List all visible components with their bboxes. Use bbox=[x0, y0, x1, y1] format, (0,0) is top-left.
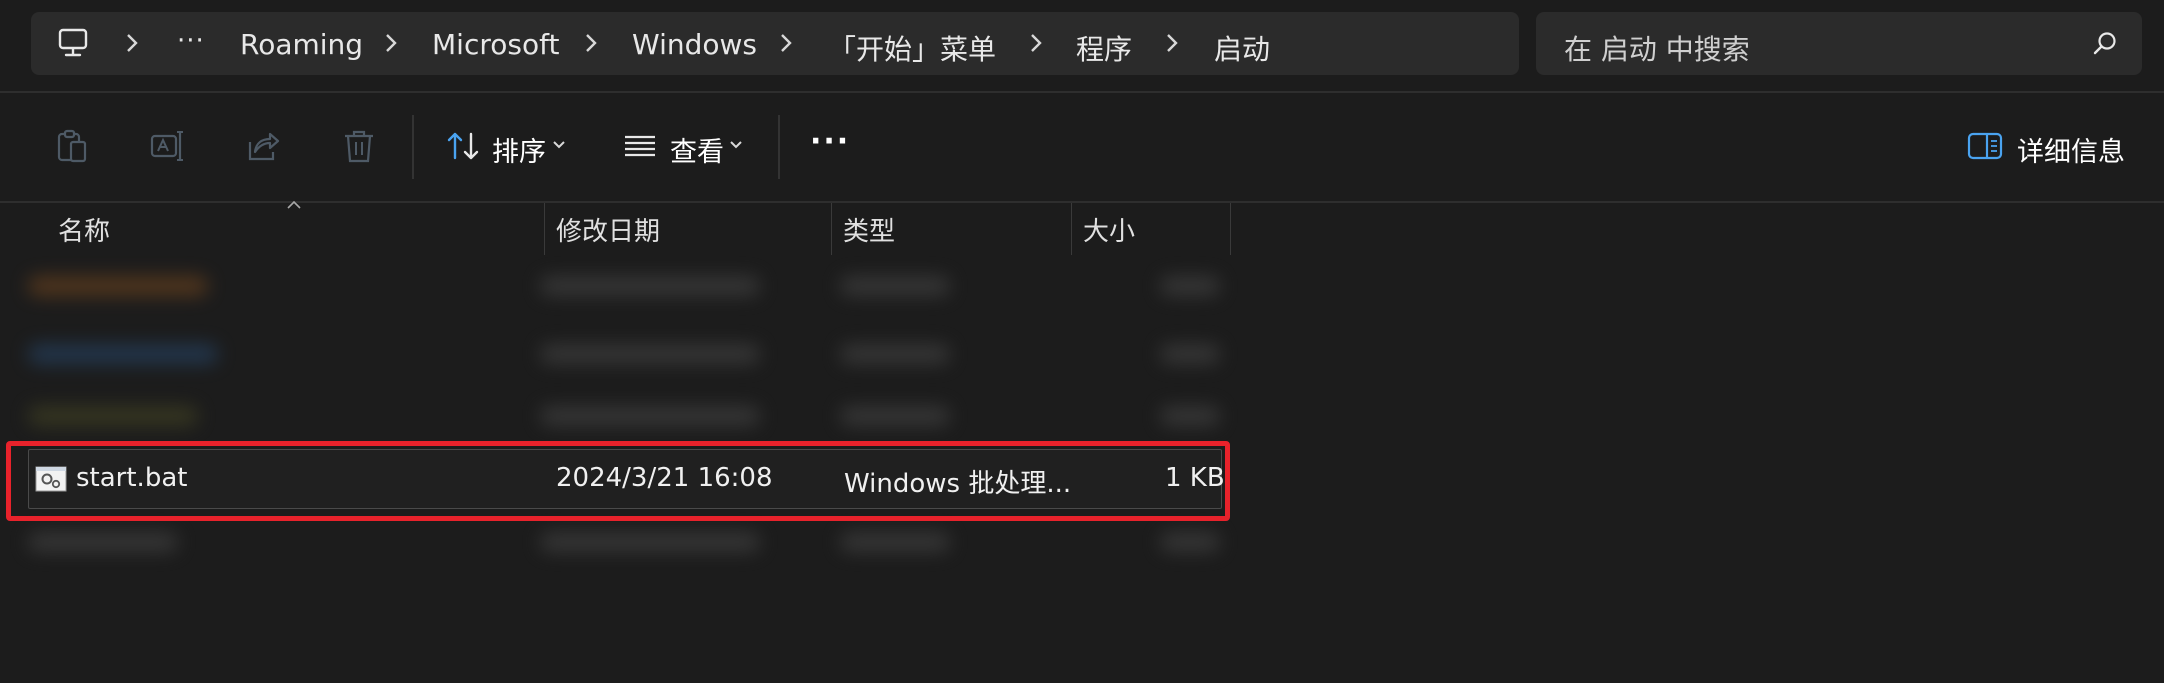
column-divider[interactable] bbox=[831, 203, 832, 255]
search-placeholder: 在 启动 中搜索 bbox=[1564, 33, 1750, 66]
breadcrumb-item-programs[interactable]: 程序 bbox=[1076, 28, 1132, 68]
more-options-button[interactable]: ··· bbox=[810, 124, 850, 159]
file-size: 1 KB bbox=[1165, 463, 1225, 493]
view-button[interactable]: 查看 bbox=[670, 130, 724, 169]
chevron-right-icon[interactable] bbox=[584, 32, 598, 54]
details-pane-icon[interactable] bbox=[1967, 128, 2003, 164]
column-header-size[interactable]: 大小 bbox=[1083, 211, 1135, 248]
list-item bbox=[540, 276, 760, 296]
column-header-name[interactable]: 名称 bbox=[58, 211, 110, 248]
chevron-down-icon[interactable] bbox=[552, 138, 566, 152]
breadcrumb-item-startup[interactable]: 启动 bbox=[1214, 28, 1270, 68]
list-item bbox=[28, 344, 218, 364]
breadcrumb-item-roaming[interactable]: Roaming bbox=[240, 28, 363, 61]
column-divider[interactable] bbox=[1071, 203, 1072, 255]
details-button[interactable]: 详细信息 bbox=[2017, 130, 2125, 169]
column-divider[interactable] bbox=[1230, 203, 1231, 255]
breadcrumb-item-windows[interactable]: Windows bbox=[632, 28, 757, 61]
delete-icon[interactable] bbox=[341, 128, 377, 164]
sort-ascending-icon bbox=[287, 200, 301, 209]
sort-button[interactable]: 排序 bbox=[492, 130, 546, 169]
chevron-right-icon[interactable] bbox=[1165, 32, 1179, 54]
divider bbox=[0, 91, 2164, 93]
breadcrumb-item-microsoft[interactable]: Microsoft bbox=[432, 28, 559, 61]
toolbar-separator bbox=[778, 115, 780, 179]
column-divider[interactable] bbox=[544, 203, 545, 255]
list-item bbox=[840, 532, 950, 552]
rename-icon[interactable] bbox=[149, 128, 185, 164]
copy-icon[interactable] bbox=[54, 128, 90, 164]
list-item bbox=[28, 276, 208, 296]
bat-file-icon bbox=[35, 466, 67, 492]
search-input[interactable]: 在 启动 中搜索 bbox=[1536, 12, 2142, 75]
pc-icon[interactable] bbox=[57, 28, 89, 58]
file-modified: 2024/3/21 16:08 bbox=[556, 463, 773, 493]
chevron-down-icon[interactable] bbox=[729, 138, 743, 152]
list-item bbox=[28, 532, 178, 552]
list-item bbox=[840, 276, 950, 296]
chevron-right-icon[interactable] bbox=[779, 32, 793, 54]
column-header-modified[interactable]: 修改日期 bbox=[556, 211, 660, 248]
list-item bbox=[1160, 406, 1220, 426]
list-item bbox=[1160, 344, 1220, 364]
chevron-right-icon[interactable] bbox=[125, 32, 139, 54]
file-name[interactable]: start.bat bbox=[76, 463, 187, 493]
list-item bbox=[1160, 532, 1220, 552]
breadcrumb-item-start-menu[interactable]: 「开始」菜单 bbox=[828, 28, 996, 68]
view-icon[interactable] bbox=[622, 128, 658, 164]
chevron-right-icon[interactable] bbox=[1029, 32, 1043, 54]
column-header-type[interactable]: 类型 bbox=[843, 211, 895, 248]
list-item bbox=[540, 344, 760, 364]
list-item bbox=[840, 344, 950, 364]
breadcrumb-overflow[interactable]: ··· bbox=[177, 26, 205, 56]
list-item bbox=[1160, 276, 1220, 296]
address-bar[interactable]: ··· Roaming Microsoft Windows 「开始」菜单 程序 … bbox=[31, 12, 1519, 75]
chevron-right-icon[interactable] bbox=[384, 32, 398, 54]
list-item bbox=[540, 406, 760, 426]
list-item bbox=[840, 406, 950, 426]
toolbar-separator bbox=[412, 115, 414, 179]
file-type: Windows 批处理... bbox=[844, 469, 1072, 499]
sort-icon[interactable] bbox=[446, 128, 482, 164]
search-icon[interactable] bbox=[2092, 30, 2118, 56]
share-icon[interactable] bbox=[245, 128, 281, 164]
divider bbox=[0, 201, 2164, 203]
list-item bbox=[540, 532, 760, 552]
list-item bbox=[28, 406, 198, 426]
